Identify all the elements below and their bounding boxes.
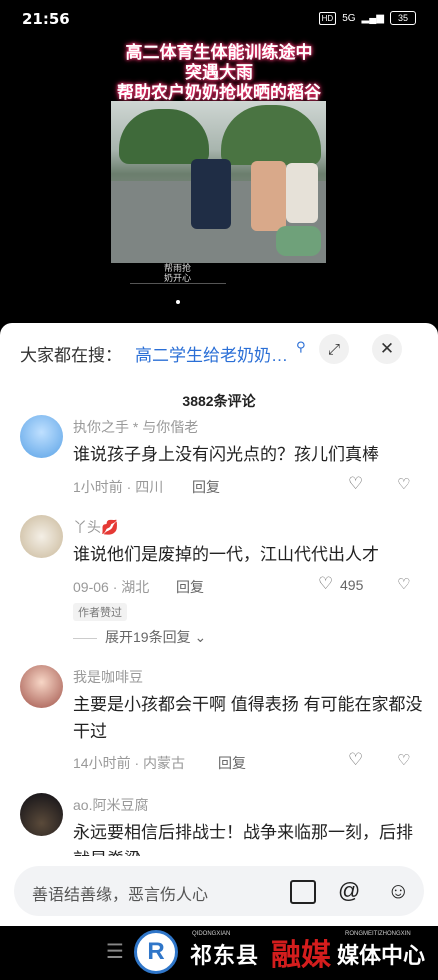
heart-icon[interactable]: ♡ [348,474,363,494]
image-icon[interactable] [290,880,316,904]
dislike-icon[interactable]: ♡ [397,475,410,493]
comment-meta: 14小时前 · 内蒙古 [73,755,186,771]
search-prefix: 大家都在搜： [20,346,122,365]
at-mention-icon[interactable]: @ [338,878,360,904]
comment-meta: 09-06 · 湖北 [73,579,150,595]
video-progress-line[interactable] [130,283,226,284]
expand-replies-button[interactable]: 展开19条回复 ⌄ [73,627,206,647]
search-query-link[interactable]: 高二学生给老奶奶… [135,341,288,366]
comment-username[interactable]: 丫头💋 [73,517,118,537]
hd-badge: HD [318,11,337,25]
comment-username[interactable]: 执你之手 * 与你偕老 [73,417,198,437]
comment-username[interactable]: ao.阿米豆腐 [73,795,148,815]
dislike-icon[interactable]: ♡ [397,751,410,769]
trending-search[interactable]: 大家都在搜： 高二学生给老奶奶… ⚲ [20,339,420,367]
close-icon: ✕ [379,339,395,358]
comment-meta: 1小时前 · 四川 [73,479,164,495]
comment-text: 主要是小孩都会干啊 值得表扬 有可能在家都没干过 [73,695,423,741]
expand-replies-label: 展开19条回复 [105,629,191,645]
avatar[interactable] [20,515,63,558]
search-icon[interactable]: ⚲ [296,339,306,355]
tree-shape [119,109,209,164]
person-figure [251,161,286,231]
brand-text-right: 媒体中心 [337,943,426,968]
menu-icon[interactable]: ☰ [106,939,124,964]
expand-sheet-button[interactable]: ⤢ [319,334,349,364]
status-bar: 21:56 HD 5G ▂▄▆ 35 [0,0,438,38]
status-time: 21:56 [22,10,70,28]
comment-input-placeholder: 善语结善缘，恶言伤人心 [32,887,209,904]
person-figure [286,163,318,223]
comment-text: 谁说他们是废掉的一代，江山代代出人才 [73,545,379,564]
author-liked-badge: 作者赞过 [73,603,127,621]
video-caption-line: 帮助农户奶奶抢收晒的稻谷 [117,83,321,103]
comment-input[interactable]: 善语结善缘，恶言伤人心 @ ☺ [14,866,424,916]
like-count: 495 [340,577,364,593]
brand-text-left: 祁东县 [190,943,260,968]
tree-shape [221,105,321,165]
comment-count: 3882条评论 [182,393,256,409]
network-label: 5G [342,12,356,24]
brand-pinyin-left: QIDONGXIAN [192,931,231,937]
chevron-down-icon: ⌄ [194,629,207,645]
avatar[interactable] [20,665,63,708]
reply-button[interactable]: 回复 [192,477,220,497]
comment-input-bar: 善语结善缘，恶言伤人心 @ ☺ [0,856,438,926]
heart-icon[interactable]: ♡ [348,750,363,770]
comment-username[interactable]: 我是咖啡豆 [73,667,143,687]
video-area[interactable]: 高二体育生体能训练途中 突遇大雨 帮助农户奶奶抢收晒的稻谷 帮雨抢 奶开心 [0,38,438,328]
comments-sheet: 大家都在搜： 高二学生给老奶奶… ⚲ ⤢ ✕ 3882条评论 执你之手 * 与你… [0,323,438,926]
divider [73,637,97,639]
person-figure [191,159,231,229]
reply-button[interactable]: 回复 [176,577,204,597]
video-progress-dot[interactable] [176,300,180,304]
grain-bag-shape [276,226,321,256]
brand-pinyin-right: RONGMEITIZHONGXIN [345,931,411,937]
avatar[interactable] [20,793,63,836]
brand-logo-icon: R [134,930,178,974]
expand-icon: ⤢ [327,340,340,358]
status-icons: HD 5G ▂▄▆ 35 [318,11,416,25]
comment-text: 谁说孩子身上没有闪光点的？孩儿们真棒 [73,445,379,464]
video-watermark: 帮雨抢 奶开心 [164,263,192,283]
avatar[interactable] [20,415,63,458]
brand-watermark-bar: ☰ R QIDONGXIAN 祁东县 融媒 RONGMEITIZHONGXIN … [0,926,438,980]
reply-button[interactable]: 回复 [218,753,246,773]
heart-icon[interactable]: ♡ [318,574,333,594]
close-button[interactable]: ✕ [372,334,402,364]
brand-calligraphy: 融媒 [271,938,331,973]
video-frame[interactable] [111,101,326,263]
battery-icon: 35 [390,11,416,25]
dislike-icon[interactable]: ♡ [397,575,410,593]
emoji-icon[interactable]: ☺ [387,878,409,904]
signal-icon: ▂▄▆ [361,12,384,24]
